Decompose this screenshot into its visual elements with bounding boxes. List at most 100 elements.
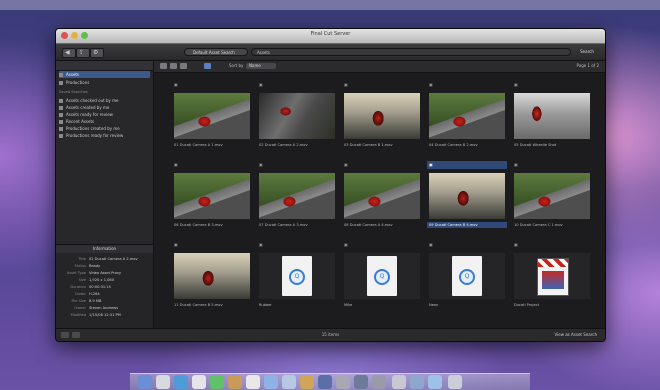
saved-search-label: Assets ready for review <box>66 112 113 117</box>
asset-tile[interactable]: ▣ 08 Ducati Camera A 4.mov <box>342 161 422 241</box>
search-input[interactable]: Assets <box>251 48 571 56</box>
video-thumbnail <box>514 93 590 139</box>
inspector-key: Duration <box>70 285 86 289</box>
saved-search-icon <box>59 127 63 131</box>
saved-search-item[interactable]: Assets checked out by me <box>59 97 150 104</box>
tile-status-icon: ▣ <box>514 82 518 87</box>
inspector-key: Asset Type <box>66 271 86 275</box>
thumbnail-view-icon[interactable] <box>170 63 177 69</box>
imovie-icon[interactable] <box>318 375 332 389</box>
action-button[interactable]: ⚙ <box>90 48 104 58</box>
tile-label: Rubber <box>259 303 272 307</box>
asset-tile[interactable]: ▣ 05 Ducati Wheelie Shot <box>512 81 592 161</box>
asset-tile[interactable]: ▣ Ducati Project <box>512 241 592 321</box>
saved-search-label: Productions created by me <box>66 126 120 131</box>
asset-browser: Sort by Name Page 1 of 2 ▣ 01 Ducati Came… <box>154 61 605 329</box>
asset-tile[interactable]: ▣ Q Neon <box>427 241 507 321</box>
saved-search-item[interactable]: Assets created by me <box>59 104 150 111</box>
safari-icon[interactable] <box>192 375 206 389</box>
gear-icon: ⚙ <box>93 49 99 56</box>
applications-stack-icon[interactable] <box>428 375 442 389</box>
tile-status-icon: ▣ <box>429 82 433 87</box>
inspector-value: 1/15/08 12:31 PM <box>89 313 121 317</box>
time-machine-icon[interactable] <box>336 375 350 389</box>
item-count: 15 items <box>321 332 340 337</box>
iphoto-icon[interactable] <box>300 375 314 389</box>
audio-document-icon: Q <box>344 253 420 299</box>
tile-label: 01 Ducati Camera A 1.mov <box>174 143 223 147</box>
tile-label: Mike <box>344 303 353 307</box>
asset-tile[interactable]: ▣ 07 Ducati Camera A 3.mov <box>257 161 337 241</box>
preview-icon[interactable] <box>264 375 278 389</box>
video-thumbnail <box>174 173 250 219</box>
clapboard-icon <box>514 253 590 299</box>
inspector-key: File Size <box>71 299 86 303</box>
browser-toolbar: Sort by Name Page 1 of 2 <box>154 61 605 73</box>
inspector-row: Size 1,920 x 1,080 <box>60 277 149 283</box>
asset-tile[interactable]: ▣ 11 Ducati Camera B 5.mov <box>172 241 252 321</box>
tile-label: 07 Ducati Camera A 3.mov <box>259 223 308 227</box>
tile-status-icon: ▣ <box>259 82 263 87</box>
inspector-row: File Size 8.9 MB <box>60 298 149 304</box>
title-bar[interactable]: Final Cut Server <box>56 29 605 44</box>
back-button[interactable]: ◀ <box>62 48 76 58</box>
saved-search-item[interactable]: Recent Assets <box>59 118 150 125</box>
inspector-title: Information <box>56 245 153 253</box>
asset-tile[interactable]: ▣ 10 Ducati Camera C 1.mov <box>512 161 592 241</box>
inspector-row: Modified 1/15/08 12:31 PM <box>60 312 149 318</box>
itunes-icon[interactable] <box>282 375 296 389</box>
asset-tile[interactable]: ▣ 04 Ducati Camera B 2.mov <box>427 81 507 161</box>
saved-searches-header: Saved Searches <box>59 90 88 94</box>
tile-label: 03 Ducati Camera B 1.mov <box>344 143 393 147</box>
menu-bar[interactable] <box>0 0 660 10</box>
ical-icon[interactable] <box>246 375 260 389</box>
saved-search-icon <box>59 120 63 124</box>
dashboard-icon[interactable] <box>156 375 170 389</box>
asset-tile[interactable]: ▣ Q Rubber <box>257 241 337 321</box>
sort-label: Sort by <box>229 63 244 68</box>
search-button[interactable]: Search <box>576 48 598 56</box>
upload-button[interactable]: ⇪ <box>76 48 90 58</box>
filmstrip-view-icon[interactable] <box>180 63 187 69</box>
sidebar-item-assets[interactable]: Assets <box>59 71 150 78</box>
inspector-row: Asset Type Video Asset Proxy <box>60 270 149 276</box>
view-as-search-button[interactable]: View as Asset Search <box>554 329 597 341</box>
address-book-icon[interactable] <box>228 375 242 389</box>
tile-label: 05 Ducati Wheelie Shot <box>514 143 557 147</box>
saved-search-item[interactable]: Productions ready for review <box>59 132 150 139</box>
final-cut-icon[interactable] <box>354 375 368 389</box>
asset-tile[interactable]: ▣ 06 Ducati Camera B 3.mov <box>172 161 252 241</box>
asset-tile[interactable]: ▣ Q Mike <box>342 241 422 321</box>
trash-icon[interactable] <box>448 375 462 389</box>
asset-tile[interactable]: ▣ 02 Ducati Camera A 2.mov <box>257 81 337 161</box>
terminal-icon[interactable] <box>410 375 424 389</box>
saved-search-item[interactable]: Assets ready for review <box>59 111 150 118</box>
inspector-value: 02 Ducati Camera A 2.mov <box>89 257 138 261</box>
inspector-key: Size <box>78 278 86 282</box>
inspector-value: 00:00:31:15 <box>89 285 111 289</box>
grid-view-icon[interactable] <box>204 63 211 69</box>
video-thumbnail <box>344 93 420 139</box>
audio-document-icon: Q <box>259 253 335 299</box>
upload-icon: ⇪ <box>79 49 85 56</box>
list-view-icon[interactable] <box>160 63 167 69</box>
sidebar: Assets Productions Saved Searches Assets… <box>56 61 154 329</box>
system-preferences-icon[interactable] <box>372 375 386 389</box>
sidebar-item-label: Assets <box>66 72 80 77</box>
saved-search-icon <box>59 99 63 103</box>
tile-status-icon: ▣ <box>344 162 348 167</box>
mail-icon[interactable] <box>174 375 188 389</box>
tile-status-icon: ▣ <box>427 161 507 169</box>
search-scope-select[interactable]: Default Asset Search <box>184 48 248 56</box>
asset-tile[interactable]: ▣ 09 Ducati Camera B 4.mov <box>427 161 507 241</box>
tile-label: Neon <box>429 303 439 307</box>
spaces-icon[interactable] <box>392 375 406 389</box>
asset-tile[interactable]: ▣ 01 Ducati Camera A 1.mov <box>172 81 252 161</box>
saved-search-item[interactable]: Productions created by me <box>59 125 150 132</box>
sort-select[interactable]: Name <box>246 63 276 69</box>
finder-icon[interactable] <box>138 375 152 389</box>
asset-tile[interactable]: ▣ 03 Ducati Camera B 1.mov <box>342 81 422 161</box>
ichat-icon[interactable] <box>210 375 224 389</box>
sidebar-item-label: Productions <box>66 80 90 85</box>
sidebar-item-productions[interactable]: Productions <box>59 79 150 86</box>
